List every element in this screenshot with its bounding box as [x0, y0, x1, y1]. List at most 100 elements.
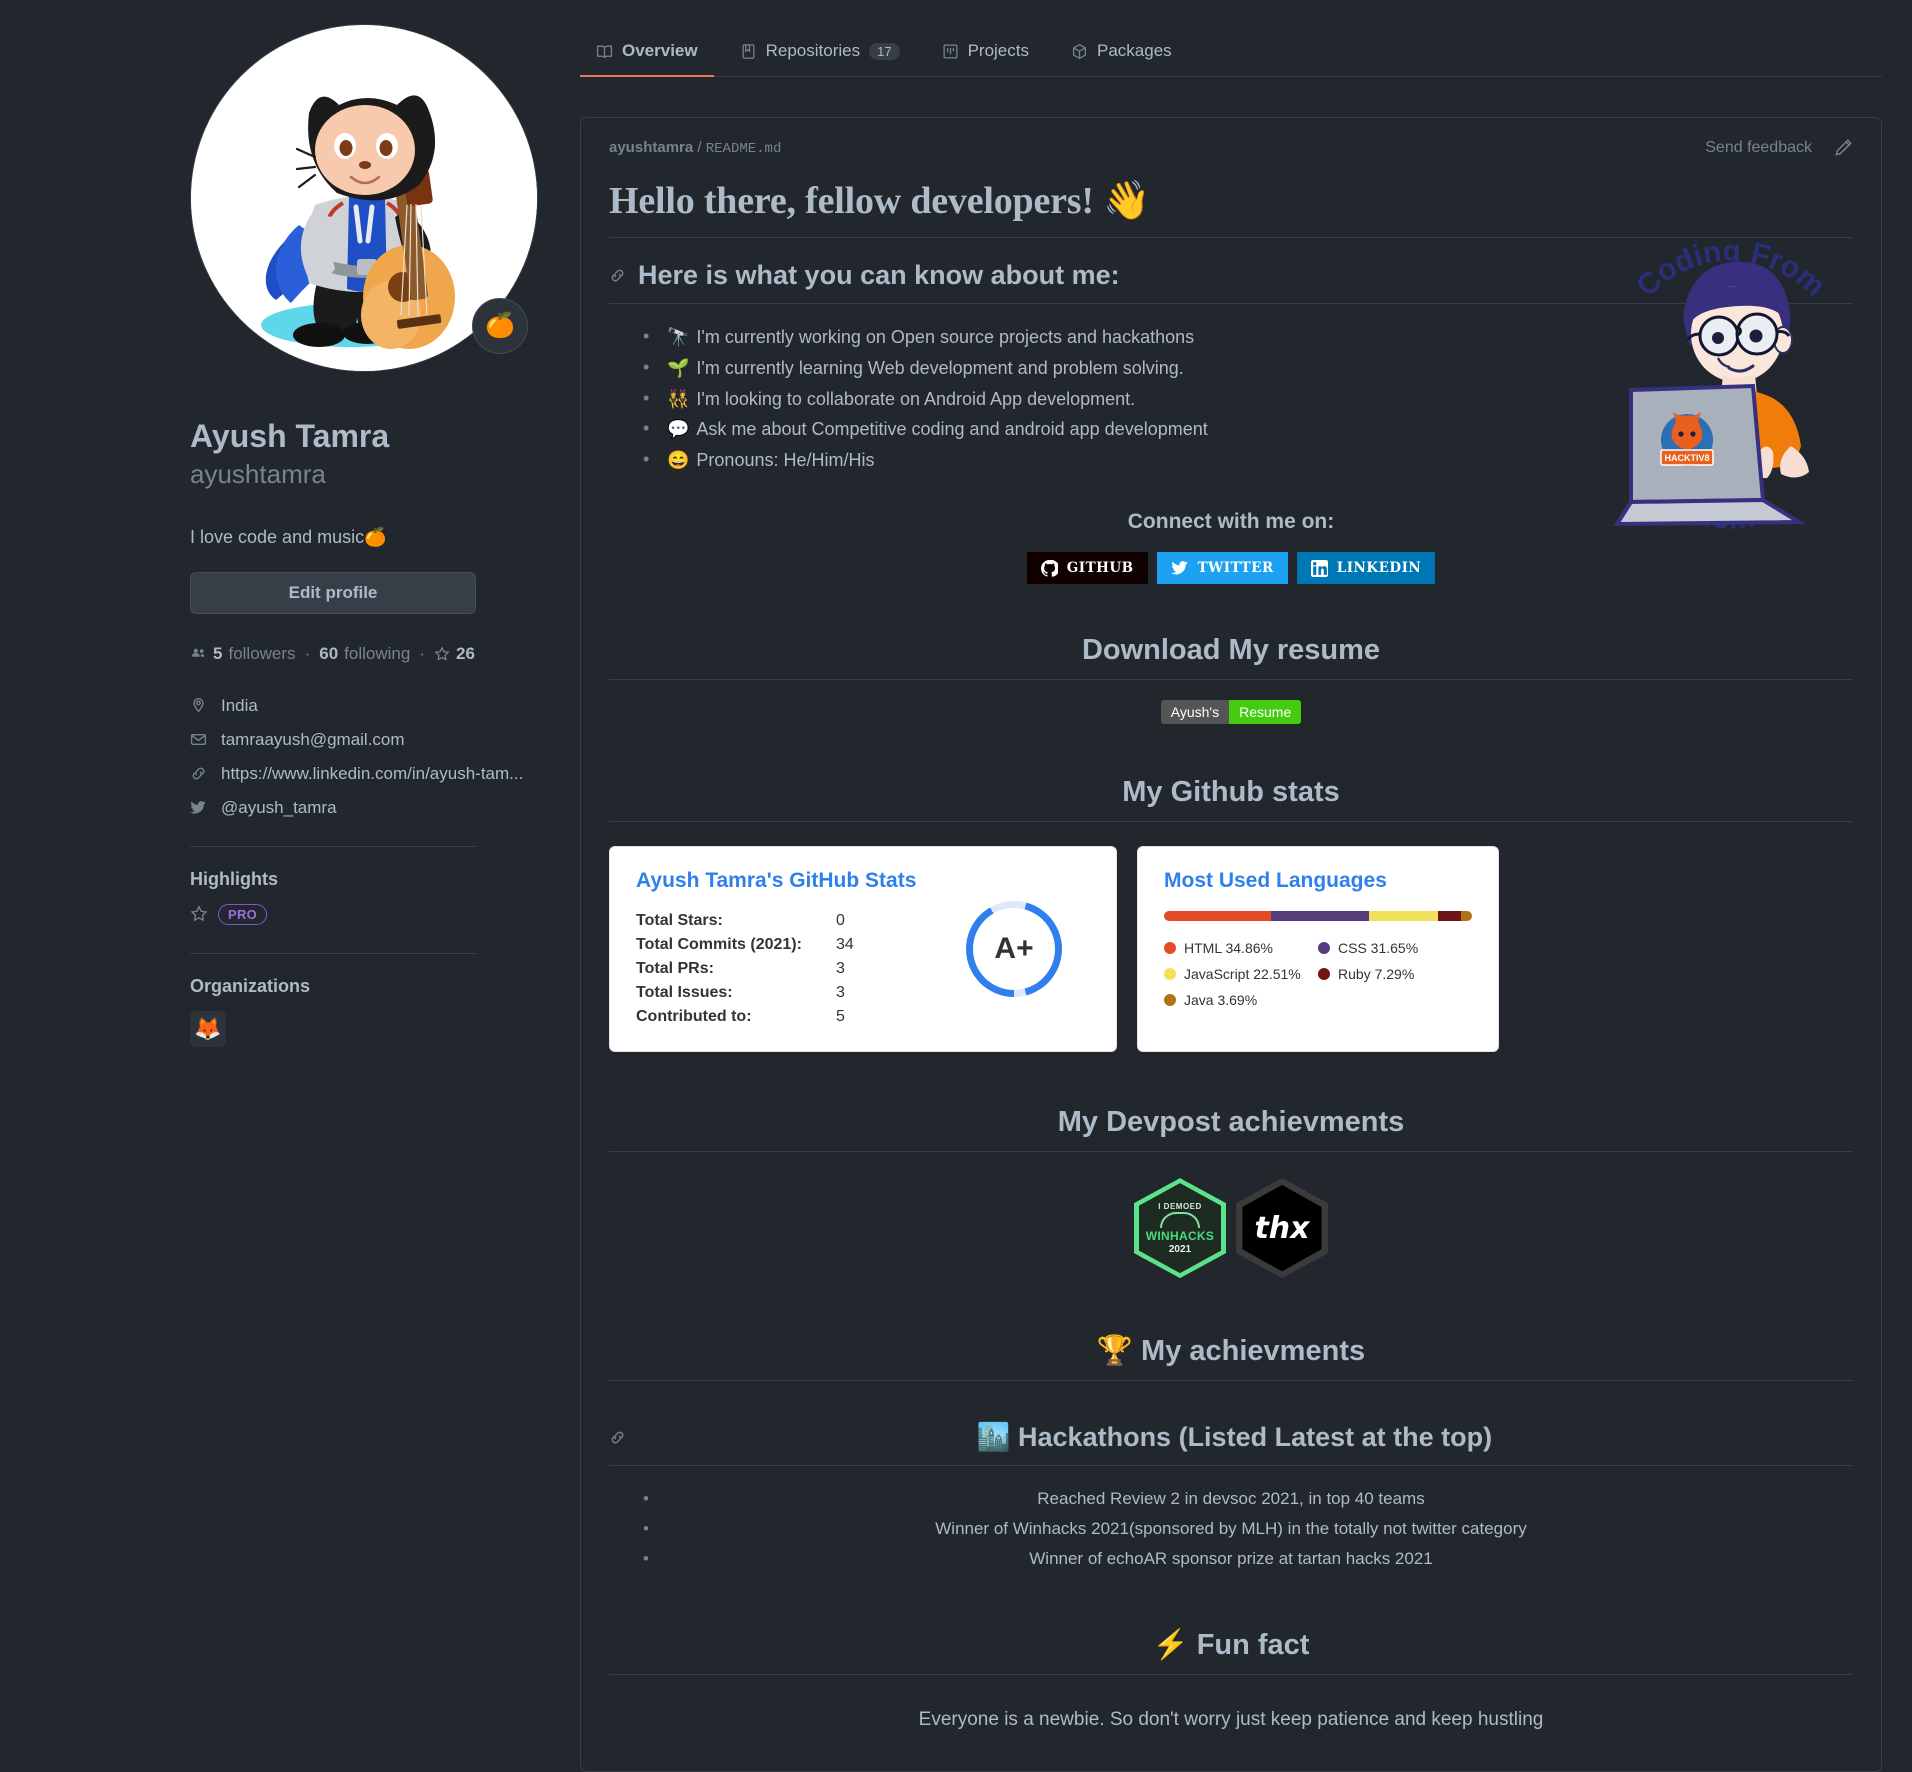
languages-title: Most Used Languages	[1164, 869, 1387, 893]
winhacks-2021-badge[interactable]: I DEMOED WINHACKS 2021	[1134, 1178, 1226, 1279]
breadcrumb-owner[interactable]: ayushtamra	[609, 139, 693, 156]
languages-bar	[1164, 911, 1472, 922]
follow-stats: 5 followers · 60 following · 26	[190, 644, 580, 664]
table-row: Total Commits (2021): 34	[636, 933, 966, 957]
separator-1: ·	[304, 643, 311, 663]
stats-heading: My Github stats	[609, 754, 1853, 823]
connect-title: Connect with me on:	[1127, 510, 1335, 534]
telescope-icon: 🔭	[667, 327, 690, 347]
rank-ring: A+	[966, 901, 1062, 998]
stat-label: Total PRs:	[636, 960, 714, 978]
star-outline-icon	[190, 905, 208, 923]
profile-name: Ayush Tamra	[190, 418, 390, 454]
profile-sidebar: 🍊 Ayush Tamra ayushtamra I love code and…	[0, 0, 580, 1654]
stat-label: Total Issues:	[636, 984, 733, 1002]
list-item: Winner of Winhacks 2021(sponsored by MLH…	[609, 1514, 1853, 1544]
devpost-badges: I DEMOED WINHACKS 2021 thx	[609, 1178, 1853, 1279]
detail-website[interactable]: https://www.linkedin.com/in/ayush-tam...	[190, 764, 580, 784]
repo-icon	[740, 43, 757, 60]
twitter-icon	[190, 799, 207, 816]
detail-twitter[interactable]: @ayush_tamra	[190, 798, 580, 818]
about-heading: Here is what you can know about me:	[609, 238, 1853, 304]
breadcrumb-separator: /	[697, 138, 702, 156]
tab-projects[interactable]: Projects	[926, 31, 1045, 77]
achievements-heading: 🏆 My achievments	[609, 1312, 1853, 1382]
followers-count[interactable]: 5	[213, 644, 222, 664]
legend-label-java: Java 3.69%	[1184, 992, 1258, 1009]
avatar-container: 🍊	[190, 24, 538, 372]
readme-header-actions: Send feedback	[1705, 138, 1853, 157]
pencil-icon[interactable]	[1834, 138, 1853, 157]
following-count[interactable]: 60	[319, 644, 338, 664]
list-item: 👯 I'm looking to collaborate on Android A…	[643, 384, 1853, 415]
social-badges: GITHUB TWITTER LINKEDIN	[609, 552, 1853, 585]
stats-cards-row: Ayush Tamra's GitHub Stats Total Stars: 0…	[609, 846, 1853, 1053]
stars-count[interactable]: 26	[456, 644, 475, 664]
stat-value: 34	[836, 936, 854, 954]
website-text[interactable]: https://www.linkedin.com/in/ayush-tam...	[221, 764, 523, 784]
profile-details: India tamraayush@gmail.com https://www.l…	[190, 696, 580, 818]
star-icon	[434, 645, 450, 662]
thx-badge-inner: thx	[1242, 1184, 1322, 1272]
email-text[interactable]: tamraayush@gmail.com	[221, 730, 405, 750]
anchor-link-icon[interactable]	[609, 260, 626, 291]
resume-badge[interactable]: Ayush's Resume	[609, 700, 1853, 725]
devpost-heading: My Devpost achievments	[609, 1084, 1853, 1153]
location-icon	[190, 697, 207, 714]
github-icon	[1040, 559, 1058, 577]
project-board-icon	[942, 43, 959, 60]
anchor-link-icon[interactable]	[609, 1422, 626, 1453]
list-item: 😄 Pronouns: He/Him/His	[643, 445, 1853, 476]
following-label[interactable]: following	[344, 644, 410, 664]
tab-overview-label: Overview	[622, 41, 698, 60]
tab-packages-label: Packages	[1097, 41, 1172, 60]
detail-email[interactable]: tamraayush@gmail.com	[190, 730, 580, 750]
edit-profile-button[interactable]: Edit profile	[190, 571, 476, 614]
twitter-text[interactable]: @ayush_tamra	[221, 798, 337, 818]
devpost-heading-text: My Devpost achievments	[1057, 1106, 1405, 1139]
list-item: 🔭 I'm currently working on Open source pr…	[643, 322, 1853, 353]
about-item-4-text: Pronouns: He/Him/His	[696, 450, 875, 471]
grin-icon: 😄	[667, 450, 690, 471]
achievements-heading-text: 🏆 My achievments	[1096, 1335, 1366, 1368]
profile-bio: I love code and music🍊	[190, 526, 387, 547]
sidebar-divider-1	[190, 845, 476, 847]
tab-overview[interactable]: Overview	[580, 31, 714, 77]
detail-location: India	[190, 696, 580, 716]
lang-segment-html	[1164, 911, 1272, 922]
breadcrumb-file[interactable]: README.md	[706, 141, 782, 157]
list-item: Reached Review 2 in devsoc 2021, in top …	[609, 1484, 1853, 1514]
tab-packages[interactable]: Packages	[1055, 31, 1188, 77]
resume-heading: Download My resume	[609, 612, 1853, 681]
list-item: 🌱 I'm currently learning Web development …	[643, 353, 1853, 384]
hackathons-heading-text: 🏙️ Hackathons (Listed Latest at the top)	[976, 1422, 1493, 1453]
send-feedback-link[interactable]: Send feedback	[1705, 139, 1812, 157]
thx-badge[interactable]: thx	[1236, 1178, 1328, 1279]
organization-avatar[interactable]: 🦊	[190, 1010, 226, 1047]
lang-segment-java	[1460, 911, 1472, 922]
bridge-icon	[1160, 1211, 1200, 1228]
profile-handle: ayushtamra	[190, 459, 326, 489]
readme-title: Hello there, fellow developers! 👋	[609, 157, 1853, 238]
legend-dot-css	[1318, 942, 1330, 955]
languages-legend: HTML 34.86% CSS 31.65% JavaScript 22.51%…	[1164, 935, 1472, 1013]
followers-label[interactable]: followers	[228, 644, 295, 664]
github-stats-title: Ayush Tamra's GitHub Stats	[636, 869, 917, 893]
hackathons-list: Reached Review 2 in devsoc 2021, in top …	[609, 1484, 1853, 1574]
twitter-badge[interactable]: TWITTER	[1156, 552, 1288, 585]
highlights-title: Highlights	[190, 868, 278, 889]
legend-dot-javascript	[1164, 968, 1176, 981]
hackathons-heading: 🏙️ Hackathons (Listed Latest at the top)	[609, 1399, 1853, 1467]
about-item-0-text: I'm currently working on Open source pro…	[696, 327, 1195, 347]
legend-item: CSS 31.65%	[1318, 935, 1472, 961]
legend-label-ruby: Ruby 7.29%	[1338, 966, 1415, 983]
github-badge[interactable]: GITHUB	[1026, 552, 1148, 585]
linkedin-icon	[1310, 559, 1328, 577]
legend-dot-ruby	[1318, 968, 1330, 981]
tab-repositories[interactable]: Repositories 17	[724, 31, 916, 77]
status-badge[interactable]: 🍊	[472, 298, 528, 354]
location-text: India	[221, 695, 258, 715]
funfact-text: Everyone is a newbie. So don't worry jus…	[918, 1709, 1544, 1731]
linkedin-badge[interactable]: LINKEDIN	[1296, 552, 1436, 585]
about-heading-text: Here is what you can know about me:	[638, 260, 1120, 290]
